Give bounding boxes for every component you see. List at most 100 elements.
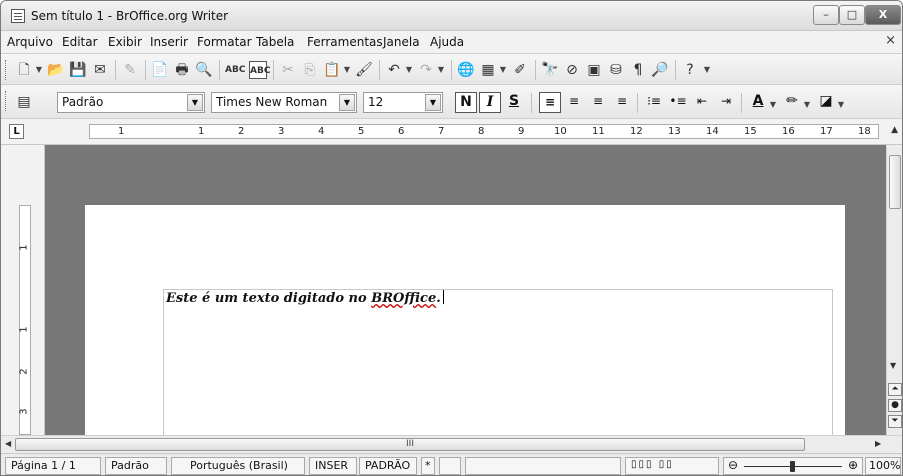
spellcheck-icon[interactable]: ABC [225,61,245,79]
gallery-icon[interactable]: ▣ [585,61,603,79]
edit-icon[interactable]: ✎ [121,61,139,79]
misspelled-word[interactable]: BROffice [371,291,436,306]
vertical-ruler-scale[interactable]: 1 1 2 3 [19,205,31,435]
menu-ajuda[interactable]: Ajuda [430,35,464,49]
menu-formatar[interactable]: Formatar [197,35,252,49]
font-color-icon[interactable]: A [747,92,769,113]
toolbar-grip[interactable] [5,91,8,111]
bold-button[interactable]: N [455,92,477,113]
horizontal-scrollbar[interactable]: ◀ III ▶ [1,435,902,453]
undo-icon[interactable]: ↶ [385,61,403,79]
find-icon[interactable]: 🔭 [541,61,559,79]
paste-icon[interactable]: 📋 [323,61,341,79]
ruler-scale[interactable]: 1 1 2 3 4 5 6 7 8 9 10 11 12 13 14 15 16… [89,124,879,139]
email-icon[interactable]: ✉ [91,61,109,79]
save-icon[interactable]: 💾 [69,61,87,79]
cut-icon[interactable]: ✂ [279,61,297,79]
zoom-knob[interactable] [790,461,795,472]
menu-inserir[interactable]: Inserir [150,35,188,49]
chevron-down-icon[interactable]: ▼ [339,94,355,111]
highlighting-icon[interactable]: ✏ [781,92,803,113]
page-style[interactable]: Padrão [105,457,167,475]
page-indicator[interactable]: Página 1 / 1 [5,457,101,475]
underline-button[interactable]: S [503,92,525,113]
numbering-icon[interactable]: ⁝≡ [643,92,665,113]
horizontal-scroll-thumb[interactable]: III [15,438,805,451]
vertical-scrollbar[interactable]: ▼ ⏶ ● ⏷ [886,145,902,435]
export-pdf-icon[interactable]: 📄 [151,61,169,79]
menu-arquivo[interactable]: Arquivo [7,35,53,49]
navigation-icon[interactable]: ● [888,399,902,412]
toolbar-grip[interactable] [5,60,8,80]
chevron-down-icon[interactable]: ▼ [187,94,203,111]
scroll-right-arrow-icon[interactable]: ▶ [875,439,881,448]
print-preview-icon[interactable]: 🔍 [195,61,213,79]
zoom-in-icon[interactable]: ⊕ [848,458,858,472]
chevron-down-icon[interactable]: ▼ [499,61,507,79]
chevron-down-icon[interactable]: ▼ [769,96,777,114]
chevron-down-icon[interactable]: ▼ [405,61,413,79]
chevron-down-icon[interactable]: ▼ [35,61,43,79]
bullets-icon[interactable]: •≡ [667,92,689,113]
chevron-down-icon[interactable]: ▼ [837,96,845,114]
chevron-down-icon[interactable]: ▼ [425,94,441,111]
zoom-out-icon[interactable]: ⊖ [728,458,738,472]
formatting-marks-icon[interactable]: ¶ [629,61,647,79]
chevron-down-icon[interactable]: ▼ [343,61,351,79]
autospell-icon[interactable]: ABC [249,61,270,79]
text-boundary[interactable]: Este é um texto digitado no BROffice. [163,289,833,435]
print-icon[interactable]: 🖶 [173,61,191,79]
zoom-level[interactable]: 100% [865,457,901,475]
menu-janela[interactable]: Janela [383,35,420,49]
decrease-indent-icon[interactable]: ⇤ [691,92,713,113]
clone-format-icon[interactable]: 🖌 [355,61,373,79]
hyperlink-icon[interactable]: 🌐 [457,61,475,79]
digital-signature-field[interactable] [439,457,461,475]
chevron-up-icon[interactable]: ▲ [891,125,898,135]
chevron-down-icon[interactable]: ▼ [437,61,445,79]
document-page[interactable]: Este é um texto digitado no BROffice. [85,205,845,435]
increase-indent-icon[interactable]: ⇥ [715,92,737,113]
open-icon[interactable]: 📂 [47,61,65,79]
menu-ferramentas[interactable]: Ferramentas [307,35,383,49]
table-icon[interactable]: ▦ [479,61,497,79]
justify-icon[interactable]: ≡ [611,92,633,113]
datasource-icon[interactable]: ⛁ [607,61,625,79]
menu-exibir[interactable]: Exibir [108,35,142,49]
minimize-button[interactable]: – [813,5,839,25]
close-document-icon[interactable]: × [885,33,896,48]
background-color-icon[interactable]: ◪ [815,92,837,113]
chevron-down-icon[interactable]: ▼ [803,96,811,114]
menu-tabela[interactable]: Tabela [256,35,294,49]
align-left-icon[interactable]: ≡ [539,92,561,113]
paragraph-style-select[interactable]: Padrão ▼ [57,92,205,113]
insert-mode[interactable]: INSER [309,457,357,475]
align-right-icon[interactable]: ≡ [587,92,609,113]
next-page-icon[interactable]: ⏷ [888,415,902,428]
document-text[interactable]: Este é um texto digitado no BROffice. [166,290,444,306]
tab-type-selector[interactable]: L [9,124,24,139]
menu-editar[interactable]: Editar [62,35,98,49]
zoom-icon[interactable]: 🔎 [651,61,669,79]
chevron-down-icon[interactable]: ▼ [703,61,711,79]
italic-button[interactable]: I [479,92,501,113]
scroll-down-arrow-icon[interactable]: ▼ [890,361,896,370]
redo-icon[interactable]: ↷ [417,61,435,79]
font-size-select[interactable]: 12 ▼ [363,92,443,113]
new-icon[interactable]: 🗋 [15,61,33,79]
view-layout-icon[interactable]: ▯▯▯ ▯▯ [625,457,719,475]
zoom-slider[interactable]: ⊖ ⊕ [723,457,863,475]
navigator-icon[interactable]: ⊘ [563,61,581,79]
previous-page-icon[interactable]: ⏶ [888,383,902,396]
help-icon[interactable]: ? [681,61,699,79]
selection-mode[interactable]: PADRÃO [359,457,417,475]
maximize-button[interactable]: □ [839,5,865,25]
close-button[interactable]: X [865,5,901,25]
vertical-scroll-thumb[interactable] [889,155,901,209]
draw-icon[interactable]: ✐ [511,61,529,79]
styles-icon[interactable]: ▤ [15,93,33,111]
font-name-select[interactable]: Times New Roman ▼ [211,92,357,113]
scroll-left-arrow-icon[interactable]: ◀ [5,439,11,448]
copy-icon[interactable]: ⎘ [301,61,319,79]
language[interactable]: Português (Brasil) [171,457,305,475]
